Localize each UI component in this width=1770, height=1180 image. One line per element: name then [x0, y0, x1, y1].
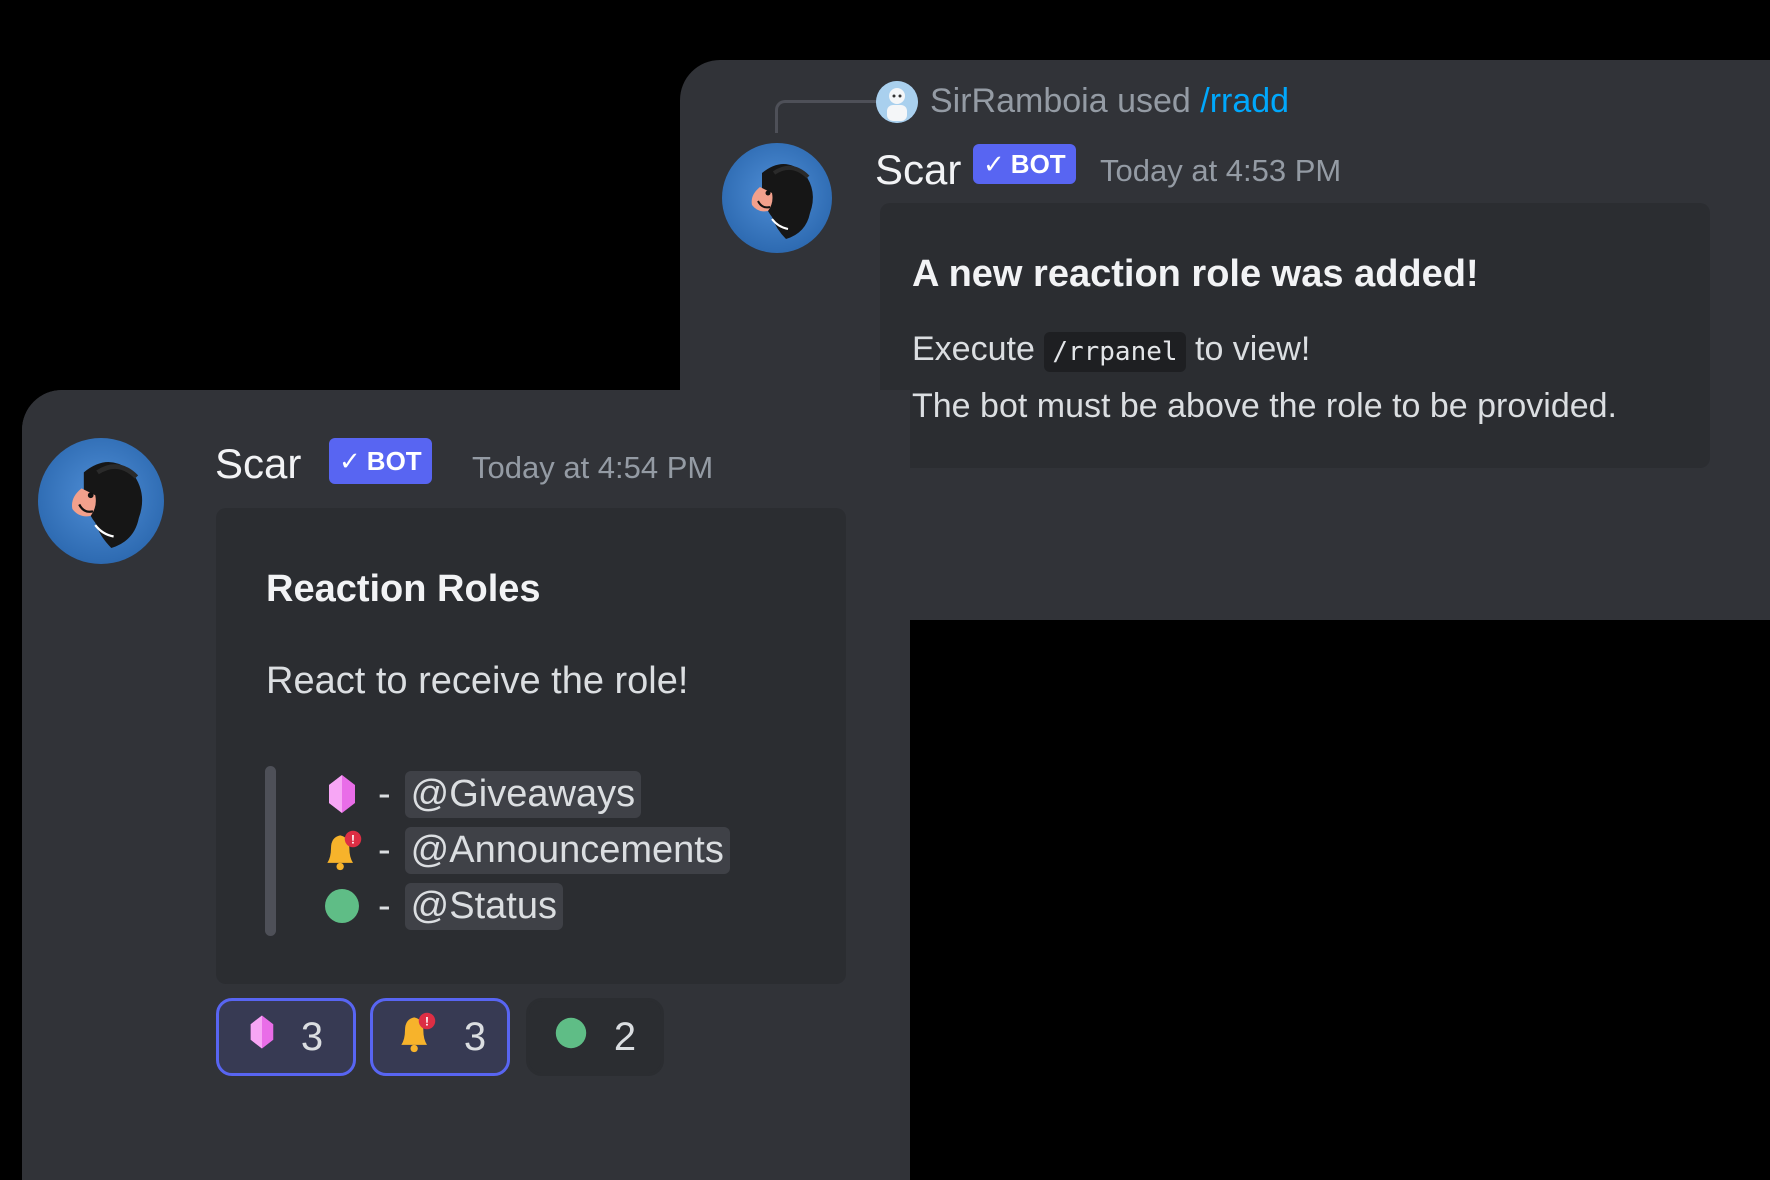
user-avatar-icon	[876, 81, 918, 123]
reply-context: SirRamboia used /rradd	[930, 82, 1289, 121]
role-mention-status[interactable]: @Status	[404, 882, 563, 930]
inline-code: /rrpanel	[1044, 332, 1186, 372]
role-mention-announcements[interactable]: @Announcements	[404, 826, 730, 874]
green-circle-icon	[320, 884, 364, 928]
role-separator: -	[378, 772, 391, 815]
embed-line: Execute /rrpanel to view!	[912, 330, 1311, 372]
lion-avatar-icon	[751, 164, 813, 239]
reply-username[interactable]: SirRamboia	[930, 82, 1108, 120]
reaction-bell[interactable]: ! 3	[370, 998, 510, 1076]
svg-text:!: !	[425, 1015, 429, 1029]
lion-avatar-icon	[71, 462, 143, 548]
green-circle-icon	[554, 1015, 588, 1060]
reaction-green-circle[interactable]: 2	[526, 998, 664, 1076]
reaction-count: 2	[613, 1014, 637, 1059]
role-separator: -	[378, 884, 391, 927]
verified-check-icon: ✓	[339, 445, 361, 476]
svg-text:!: !	[351, 833, 355, 847]
gem-icon	[320, 772, 364, 816]
reaction-count: 3	[463, 1014, 487, 1059]
reply-user-avatar[interactable]	[876, 81, 918, 123]
reply-command-link[interactable]: /rradd	[1200, 82, 1289, 120]
reaction-gem[interactable]: 3	[216, 998, 356, 1076]
reply-used-label: used	[1117, 82, 1191, 120]
role-separator: -	[378, 828, 391, 871]
bell-notification-icon: !	[320, 828, 364, 872]
bot-avatar[interactable]	[38, 438, 164, 564]
embed-text-suffix: to view!	[1195, 330, 1311, 368]
bot-badge-label: BOT	[366, 445, 422, 476]
blockquote-bar	[265, 766, 276, 936]
reaction-count: 3	[300, 1014, 324, 1059]
bell-notification-icon: !	[394, 1010, 438, 1064]
role-mention-giveaways[interactable]: @Giveaways	[404, 770, 642, 818]
gem-icon	[249, 1013, 275, 1061]
embed-text-prefix: Execute	[912, 330, 1035, 368]
embed-card: A new reaction role was added! Execute /…	[880, 203, 1710, 468]
bot-badge: ✓ BOT	[973, 144, 1076, 184]
author-name[interactable]: Scar	[875, 146, 961, 194]
role-row-giveaways: - @Giveaways	[320, 766, 642, 822]
message-timestamp[interactable]: Today at 4:53 PM	[1100, 153, 1341, 189]
author-name[interactable]: Scar	[215, 440, 301, 488]
role-row-announcements: ! - @Announcements	[320, 822, 730, 878]
bot-badge-label: BOT	[1010, 148, 1066, 179]
embed-title: A new reaction role was added!	[912, 253, 1479, 295]
role-row-status: - @Status	[320, 878, 563, 934]
verified-check-icon: ✓	[983, 148, 1005, 179]
embed-title: Reaction Roles	[266, 568, 541, 610]
bot-badge: ✓ BOT	[329, 438, 432, 484]
message-timestamp[interactable]: Today at 4:54 PM	[472, 450, 713, 486]
bot-avatar[interactable]	[722, 143, 832, 253]
reply-connector	[775, 100, 878, 133]
embed-note: The bot must be above the role to be pro…	[912, 387, 1618, 425]
embed-description: React to receive the role!	[266, 660, 689, 702]
